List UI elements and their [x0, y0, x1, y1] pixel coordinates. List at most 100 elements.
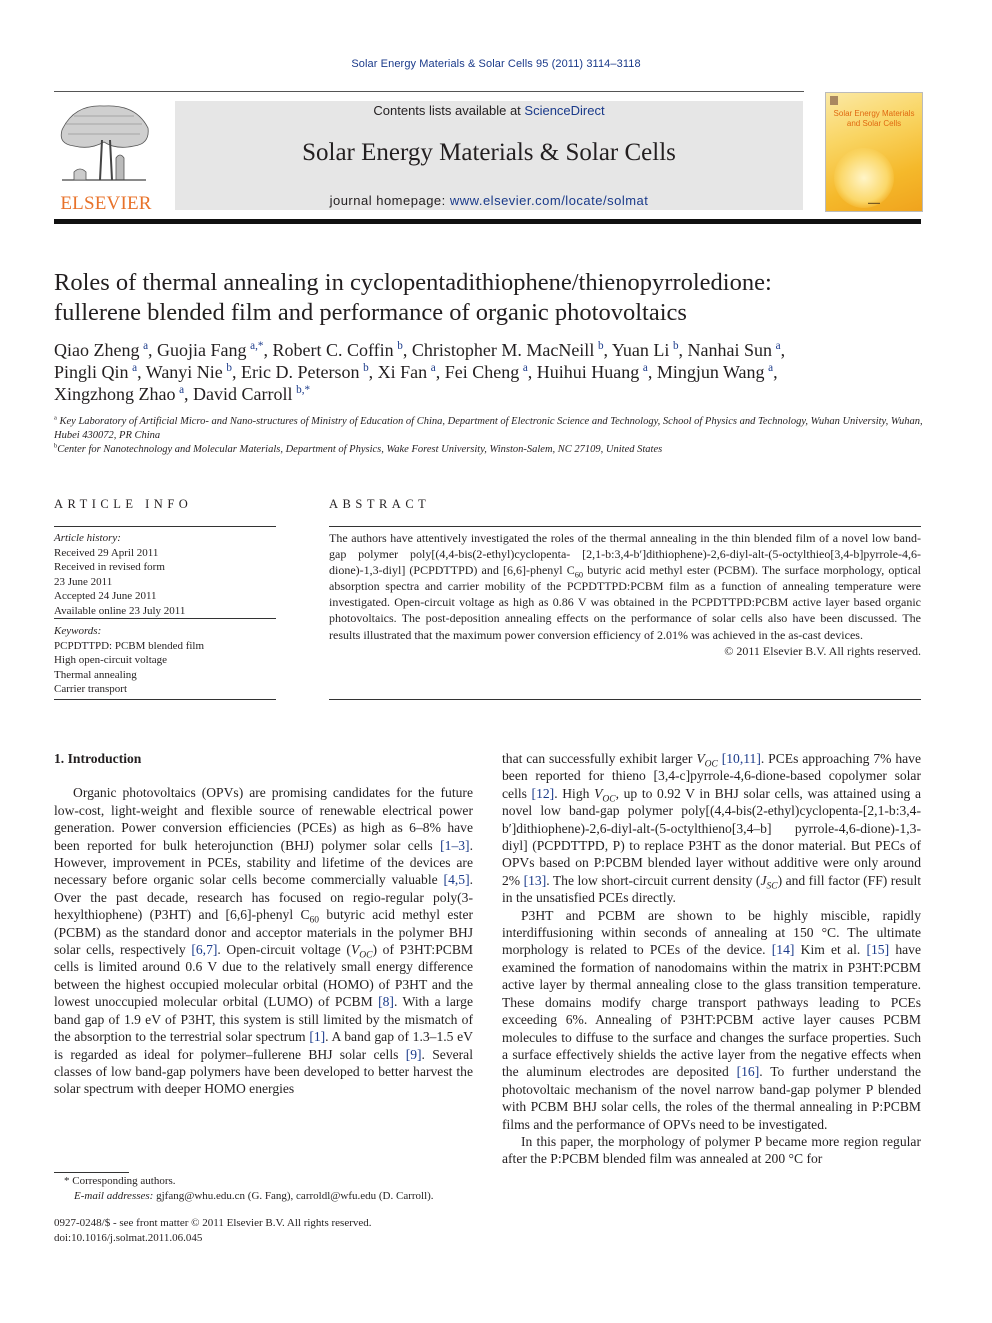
journal-cover-thumbnail[interactable]: Solar Energy Materials and Solar Cells ▬… [825, 92, 923, 212]
author-affiliation-mark[interactable]: b,* [296, 384, 310, 396]
abstract-body: The authors have attentively investigate… [329, 530, 921, 659]
keywords-label: Keywords: [54, 625, 102, 637]
body-column-left: 1. Introduction Organic photovoltaics (O… [54, 750, 473, 1098]
cover-logo-icon [830, 96, 838, 105]
history-item: 23 June 2011 [54, 575, 113, 588]
doi-link[interactable]: doi:10.1016/j.solmat.2011.06.045 [54, 1231, 484, 1246]
author-name[interactable]: Qiao Zheng [54, 340, 139, 360]
author-name[interactable]: Guojia Fang [157, 340, 247, 360]
article-history: Article history: Received 29 April 2011 … [54, 531, 276, 618]
article-info-heading: ARTICLE INFO [54, 497, 193, 511]
author-name[interactable]: Pingli Qin [54, 362, 129, 382]
journal-banner: Contents lists available at ScienceDirec… [175, 101, 803, 210]
cover-title-line2: and Solar Cells [846, 119, 902, 128]
corresponding-authors-note: * Corresponding authors. [64, 1175, 176, 1187]
author-affiliation-mark[interactable]: b [673, 340, 679, 352]
text: . High [554, 785, 595, 801]
citation-link[interactable]: [1] [309, 1029, 325, 1044]
article-info-rule [54, 618, 276, 619]
article-info-rule [54, 699, 276, 700]
elsevier-tree-icon [60, 105, 149, 181]
abstract-heading: ABSTRACT [329, 497, 431, 511]
elsevier-wordmark: ELSEVIER [60, 193, 152, 214]
citation-link[interactable]: [14] [772, 942, 795, 957]
author-affiliation-mark[interactable]: a [431, 362, 436, 374]
author-name[interactable]: Robert C. Coffin [272, 340, 393, 360]
history-item: Received in revised form [54, 561, 165, 573]
history-item: Available online 23 July 2011 [54, 604, 186, 617]
keyword-item: Thermal annealing [54, 668, 137, 681]
author-name[interactable]: Xingzhong Zhao [54, 384, 175, 404]
author-name[interactable]: Xi Fan [378, 362, 428, 382]
journal-title: Solar Energy Materials & Solar Cells [302, 139, 676, 166]
author-affiliation-mark[interactable]: a [776, 340, 781, 352]
author-name[interactable]: Huihui Huang [537, 362, 640, 382]
keyword-item: PCPDTTPD: PCBM blended film [54, 639, 205, 652]
abstract-rule [329, 699, 921, 700]
homepage-label: journal homepage: [329, 193, 450, 208]
affiliation-a: a Key Laboratory of Artificial Micro- an… [54, 415, 924, 443]
text: have examined the formation of nanodomai… [502, 942, 921, 1080]
author-name[interactable]: Yuan Li [612, 340, 670, 360]
abstract-text: The authors have attentively investigate… [329, 530, 921, 643]
author-list: Qiao Zheng a, Guojia Fang a,*, Robert C.… [54, 340, 786, 404]
author-affiliation-mark[interactable]: b [226, 362, 232, 374]
footnote: * Corresponding authors. E-mail addresse… [54, 1174, 484, 1203]
article-title: Roles of thermal annealing in cyclopenta… [54, 268, 924, 328]
citation-link[interactable]: [15] [866, 942, 889, 957]
citation-link[interactable]: [10,11] [722, 751, 761, 766]
affiliation-text: Key Laboratory of Artificial Micro- and … [54, 416, 923, 441]
text: Kim et al. [794, 942, 867, 958]
journal-homepage-link[interactable]: www.elsevier.com/locate/solmat [450, 193, 649, 208]
text: . The low short-circuit current density … [546, 872, 761, 888]
author-name[interactable]: Christopher M. MacNeill [412, 340, 594, 360]
citation-link[interactable]: [8] [378, 994, 394, 1009]
author-affiliation-mark[interactable]: a [179, 384, 184, 396]
symbol: V [696, 751, 705, 766]
cover-sun-graphic [834, 148, 894, 208]
subscript: SC [766, 881, 778, 892]
issn-block: 0927-0248/$ - see front matter © 2011 El… [54, 1216, 484, 1245]
author-affiliation-mark[interactable]: b [363, 362, 369, 374]
author-affiliation-mark[interactable]: a,* [250, 340, 263, 352]
masthead-thick-rule [54, 219, 921, 224]
author-affiliation-mark[interactable]: a [143, 340, 148, 352]
elsevier-logo[interactable]: ELSEVIER [54, 100, 158, 214]
running-head[interactable]: Solar Energy Materials & Solar Cells 95 … [0, 58, 992, 70]
citation-link[interactable]: [1–3] [440, 838, 469, 853]
paragraph: In this paper, the morphology of polymer… [502, 1133, 921, 1167]
author-name[interactable]: Eric D. Peterson [241, 362, 359, 382]
citation-link[interactable]: [12] [532, 786, 555, 801]
body-column-right: that can successfully exhibit larger VOC… [502, 750, 921, 1168]
contents-line: Contents lists available at ScienceDirec… [175, 103, 803, 118]
author-name[interactable]: Nanhai Sun [688, 340, 773, 360]
paragraph: that can successfully exhibit larger VOC… [502, 750, 921, 907]
author-affiliation-mark[interactable]: b [397, 340, 403, 352]
text: that can successfully exhibit larger [502, 751, 697, 766]
citation-link[interactable]: [9] [406, 1047, 422, 1062]
author-affiliation-mark[interactable]: a [132, 362, 137, 374]
cover-publisher-mark: ▬▬▬ [868, 200, 880, 205]
citation-link[interactable]: [13] [524, 873, 547, 888]
citation-link[interactable]: [16] [737, 1064, 760, 1079]
abstract-rule [329, 526, 921, 527]
author-name[interactable]: David Carroll [193, 384, 292, 404]
author-affiliation-mark[interactable]: a [643, 362, 648, 374]
citation-link[interactable]: [6,7] [191, 942, 217, 957]
section-heading-introduction: 1. Introduction [54, 751, 142, 766]
email-addresses[interactable]: gjfang@whu.edu.cn (G. Fang), carroldl@wf… [156, 1190, 433, 1202]
footnote-rule [54, 1172, 129, 1173]
keyword-item: High open-circuit voltage [54, 654, 168, 666]
author-name[interactable]: Wanyi Nie [146, 362, 223, 382]
citation-link[interactable]: [4,5] [444, 872, 470, 887]
header-rule [54, 91, 804, 92]
author-affiliation-mark[interactable]: b [598, 340, 604, 352]
author-affiliation-mark[interactable]: a [523, 362, 528, 374]
author-name[interactable]: Fei Cheng [445, 362, 520, 382]
sciencedirect-link[interactable]: ScienceDirect [524, 103, 604, 118]
history-item: Received 29 April 2011 [54, 546, 159, 559]
author-name[interactable]: Mingjun Wang [657, 362, 765, 382]
paragraph: P3HT and PCBM are shown to be highly mis… [502, 907, 921, 1133]
author-affiliation-mark[interactable]: a [768, 362, 773, 374]
history-item: Accepted 24 June 2011 [54, 590, 157, 602]
